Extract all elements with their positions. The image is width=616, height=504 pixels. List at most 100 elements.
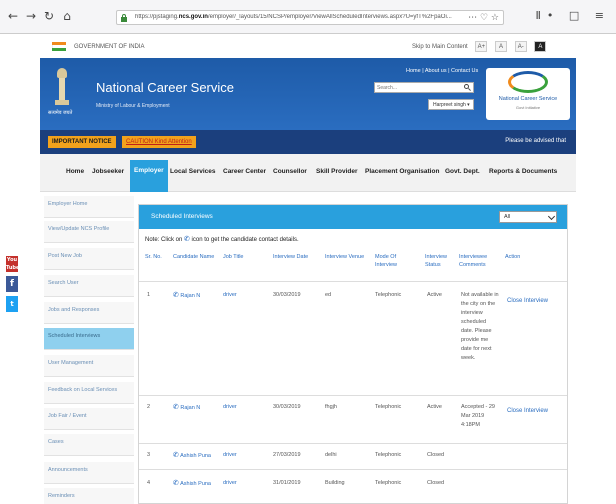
site-title[interactable]: National Career Service	[96, 80, 234, 95]
nav-local-services[interactable]: Local Services	[170, 168, 216, 175]
column-header-mode: Mode Of Interview	[375, 254, 398, 268]
twitter-icon[interactable]: t	[6, 296, 18, 312]
panel-title: Scheduled Interviews	[151, 213, 213, 220]
national-emblem-icon	[54, 68, 70, 108]
nav-employer[interactable]: Employer	[130, 160, 168, 192]
job-title-link[interactable]: driver	[223, 479, 237, 488]
browser-toolbar: ← → ↻ ⌂ https://pjstaging.ncs.gov.in/emp…	[0, 0, 616, 34]
back-arrow-icon[interactable]: ←	[6, 9, 20, 23]
sidebar-item-job-fair[interactable]: Job Fair / Event	[44, 408, 134, 430]
nav-skill-provider[interactable]: Skill Provider	[316, 168, 358, 175]
job-title-link[interactable]: driver	[223, 451, 237, 460]
column-header-candidate-name: Candidate Name	[173, 254, 215, 260]
interview-venue: fhgjh	[325, 404, 337, 410]
user-dropdown[interactable]: Harpreet singh ▾	[428, 99, 474, 110]
contrast-button[interactable]: A	[534, 41, 547, 52]
sidebar-item-employer-home[interactable]: Employer Home	[44, 196, 134, 218]
row-sr: 2	[147, 404, 151, 410]
column-header-interview-venue: Interview Venue	[325, 254, 365, 260]
interview-date: 27/03/2019	[273, 452, 301, 458]
nav-jobseeker[interactable]: Jobseeker	[92, 168, 124, 175]
interview-status: Closed	[427, 452, 445, 458]
logo-swirl-icon	[508, 71, 548, 93]
interview-mode: Telephonic	[375, 404, 402, 410]
interviewee-comments: Not available in the city on the intervi…	[461, 292, 499, 361]
interview-date: 30/03/2019	[273, 292, 301, 298]
gov-bar: GOVERNMENT OF INDIA Skip to Main Content…	[40, 34, 576, 58]
sidebar-item-scheduled-interviews[interactable]: Scheduled Interviews	[44, 328, 134, 350]
row-divider	[139, 395, 567, 396]
facebook-icon[interactable]: f	[6, 276, 18, 292]
sidebar-item-announcements[interactable]: Announcements	[44, 462, 134, 484]
youtube-icon[interactable]: You Tube	[6, 256, 19, 272]
interview-mode: Telephonic	[375, 480, 402, 486]
nav-govt-dept[interactable]: Govt. Dept.	[445, 168, 480, 175]
forward-arrow-icon[interactable]: →	[24, 9, 38, 23]
font-decrease-button[interactable]: A-	[514, 41, 527, 52]
site-header: सत्यमेव जयते National Career Service Min…	[40, 58, 576, 130]
caution-link[interactable]: CAUTION Kind Attention	[122, 136, 196, 148]
candidate-name-link[interactable]: ✆ Ashish Puna	[173, 479, 211, 489]
panel-header: Scheduled Interviews All	[139, 205, 567, 229]
job-title-link[interactable]: driver	[223, 403, 237, 412]
candidate-name-link[interactable]: ✆ Rajan N	[173, 403, 200, 413]
ncs-logo: National Career Service Govt Initiative	[486, 68, 570, 120]
url-text[interactable]: https://pjstaging.ncs.gov.in/employer/_l…	[135, 14, 465, 20]
font-increase-button[interactable]: A+	[475, 41, 488, 52]
column-header-sr-no: Sr. No.	[145, 254, 162, 260]
nav-career-center[interactable]: Career Center	[223, 168, 266, 175]
notice-ticker: Please be advised that	[505, 138, 566, 144]
notice-bar: IMPORTANT NOTICE CAUTION Kind Attention …	[40, 130, 576, 154]
interview-date: 31/01/2019	[273, 480, 301, 486]
sidebar-item-cases[interactable]: Cases	[44, 434, 134, 456]
phone-icon[interactable]: ✆	[173, 479, 179, 487]
font-normal-button[interactable]: A	[495, 41, 508, 52]
close-interview-button[interactable]: Close Interview	[507, 297, 548, 306]
scheduled-interviews-panel: Scheduled Interviews All Note: Click on …	[138, 204, 568, 504]
sidebar: Employer Home View/Update NCS Profile Po…	[44, 196, 134, 504]
candidate-name-link[interactable]: ✆ Ashish Puna	[173, 451, 211, 461]
notice-label: IMPORTANT NOTICE	[48, 136, 116, 148]
sidebar-item-feedback[interactable]: Feedback on Local Services	[44, 382, 134, 404]
main-nav: Home Jobseeker Employer Local Services C…	[40, 154, 576, 192]
nav-reports-documents[interactable]: Reports & Documents	[489, 168, 557, 175]
sidebar-item-user-management[interactable]: User Management	[44, 355, 134, 377]
accessibility-tools: Skip to Main Content A+ A A- A	[412, 41, 550, 52]
column-header-interview-date: Interview Date	[273, 254, 309, 260]
row-divider	[139, 443, 567, 444]
sidebar-item-jobs-responses[interactable]: Jobs and Responses	[44, 302, 134, 324]
page-actions-icon[interactable]: ⋯ ♡ ☆	[468, 13, 499, 23]
job-title-link[interactable]: driver	[223, 291, 237, 300]
chevron-down-icon	[547, 212, 556, 221]
reload-icon[interactable]: ↻	[42, 9, 56, 23]
nav-placement-organisation[interactable]: Placement Organisation	[365, 168, 439, 175]
filter-value: All	[504, 214, 511, 220]
search-icon[interactable]	[464, 84, 471, 91]
sidebar-item-search-user[interactable]: Search User	[44, 275, 134, 297]
nav-counsellor[interactable]: Counsellor	[273, 168, 307, 175]
sidebar-item-update-profile[interactable]: View/Update NCS Profile	[44, 221, 134, 243]
row-sr: 1	[147, 292, 151, 298]
candidate-name-link[interactable]: ✆ Rajan N	[173, 291, 200, 301]
nav-home[interactable]: Home	[66, 168, 84, 175]
column-header-job-title: Job Title	[223, 254, 244, 260]
status-filter-select[interactable]: All	[499, 211, 557, 223]
gov-label: GOVERNMENT OF INDIA	[74, 44, 145, 50]
sidebar-item-reminders[interactable]: Reminders	[44, 488, 134, 504]
phone-icon[interactable]: ✆	[173, 403, 179, 411]
interview-mode: Telephonic	[375, 452, 402, 458]
top-links[interactable]: Home | About us | Contact Us	[406, 68, 478, 74]
site-subtitle: Ministry of Labour & Employment	[96, 103, 170, 109]
sidebar-item-post-new-job[interactable]: Post New Job	[44, 248, 134, 270]
close-interview-button[interactable]: Close Interview	[507, 407, 548, 416]
browser-menu-icon[interactable]: Ⅱ• □ ≡	[535, 9, 610, 22]
social-links: You Tube f t	[6, 256, 20, 316]
interview-venue: delhi	[325, 452, 337, 458]
address-bar[interactable]: https://pjstaging.ncs.gov.in/employer/_l…	[116, 10, 504, 25]
phone-icon[interactable]: ✆	[173, 291, 179, 299]
phone-icon[interactable]: ✆	[173, 451, 179, 459]
search-input[interactable]	[377, 85, 457, 91]
interview-venue: ed	[325, 292, 332, 298]
home-icon[interactable]: ⌂	[60, 9, 74, 23]
skip-link[interactable]: Skip to Main Content	[412, 44, 468, 50]
